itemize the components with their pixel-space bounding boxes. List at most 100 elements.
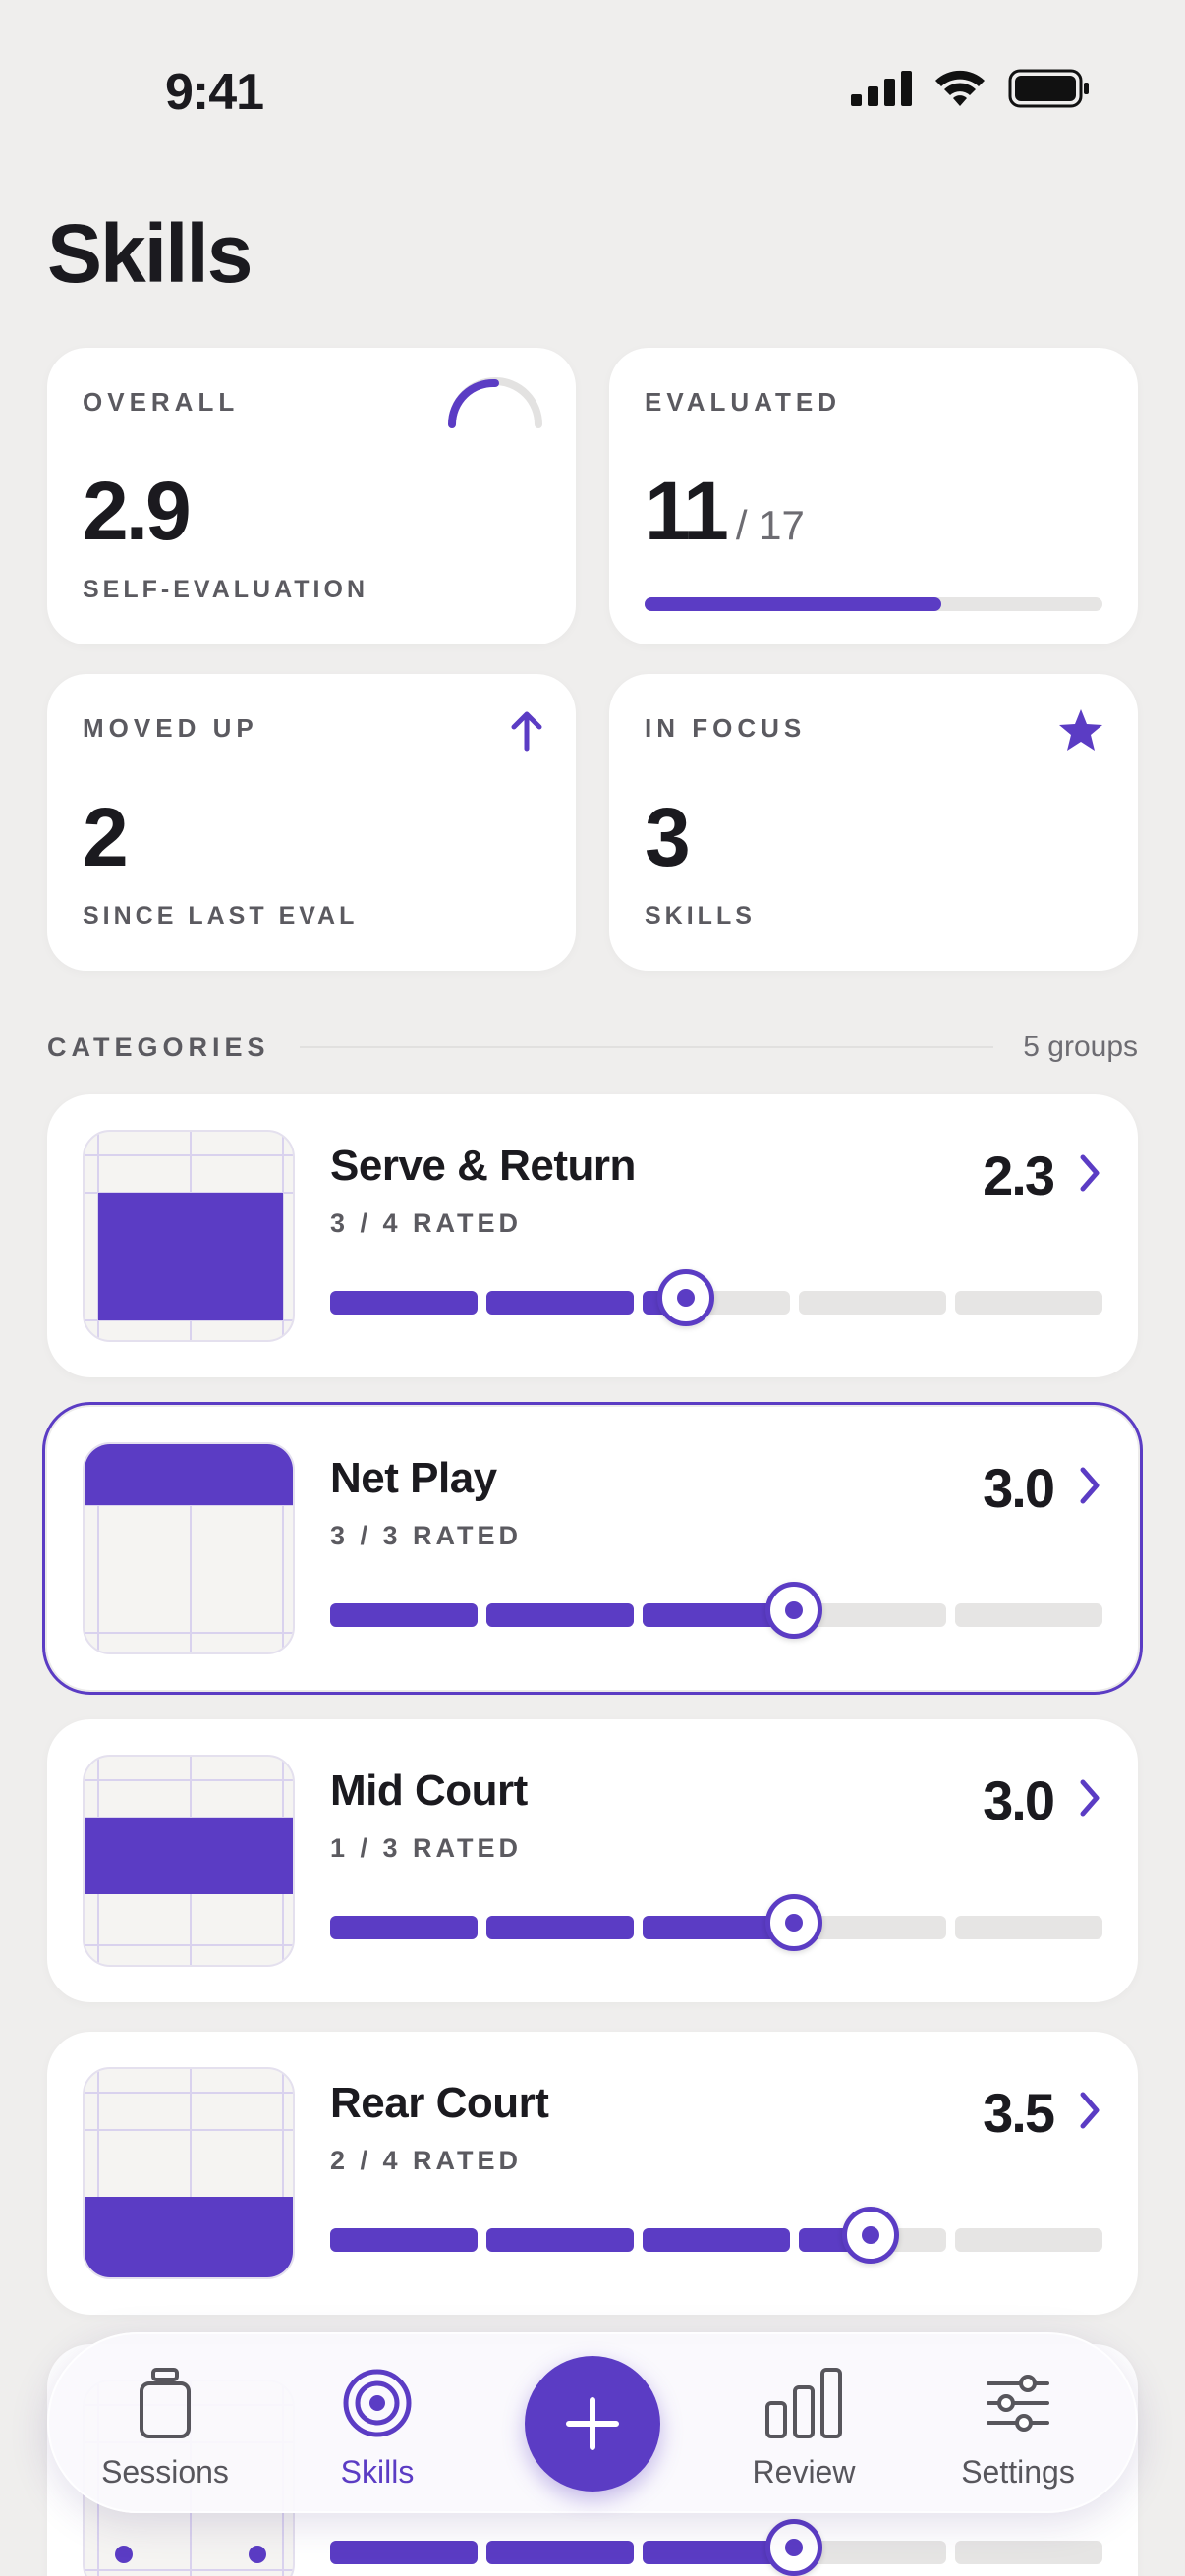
court-zone-thumbnail xyxy=(83,2067,295,2279)
status-icons xyxy=(851,69,1091,108)
level-segment xyxy=(955,2541,1102,2564)
category-card[interactable]: Mid Court 1 / 3 RATED 3.0 xyxy=(47,1719,1138,2002)
overall-label: OVERALL xyxy=(83,387,240,417)
in-focus-sub: SKILLS xyxy=(645,902,756,929)
skill-level-slider[interactable] xyxy=(330,1894,1102,1951)
moved-up-value: 2 xyxy=(83,791,129,883)
category-card[interactable]: Serve & Return 3 / 4 RATED 2.3 xyxy=(47,1094,1138,1377)
level-segment xyxy=(955,1291,1102,1315)
category-card[interactable]: Net Play 3 / 3 RATED 3.0 xyxy=(42,1402,1143,1695)
level-slider-handle[interactable] xyxy=(842,2207,900,2264)
category-rated-count: 3 / 3 RATED xyxy=(330,1521,523,1550)
level-segment xyxy=(330,2541,478,2564)
status-bar: 9:41 xyxy=(0,0,1185,196)
level-segment-fill xyxy=(330,2541,478,2564)
level-slider-handle[interactable] xyxy=(764,1894,822,1951)
category-rated-count: 1 / 3 RATED xyxy=(330,1833,523,1863)
category-name: Mid Court xyxy=(330,1766,528,1815)
tab-sessions[interactable]: Sessions xyxy=(67,2366,263,2493)
battery-icon xyxy=(1008,69,1089,108)
tab-settings-label: Settings xyxy=(961,2454,1075,2490)
chevron-right-icon xyxy=(1080,1779,1100,1817)
cellular-signal-icon xyxy=(851,71,912,106)
category-name: Net Play xyxy=(330,1454,497,1502)
level-segment xyxy=(486,2228,634,2252)
chevron-right-icon xyxy=(1080,1467,1100,1504)
in-focus-card[interactable]: IN FOCUS 3 SKILLS xyxy=(609,674,1138,971)
level-segment xyxy=(330,1291,478,1315)
evaluated-count: 11 xyxy=(645,465,729,557)
level-segment-fill xyxy=(486,2541,634,2564)
level-segment-fill xyxy=(330,2228,478,2252)
overall-value: 2.9 xyxy=(83,465,192,557)
evaluated-total: / 17 xyxy=(735,502,805,548)
category-rated-count: 2 / 4 RATED xyxy=(330,2146,523,2175)
level-segment-fill xyxy=(643,2228,790,2252)
wifi-icon xyxy=(935,70,985,106)
plus-icon xyxy=(566,2397,619,2450)
level-segment-fill xyxy=(330,1603,478,1627)
court-zone-thumbnail xyxy=(83,1442,295,1654)
tab-skills-label: Skills xyxy=(340,2454,415,2490)
category-card[interactable]: Rear Court 2 / 4 RATED 3.5 xyxy=(47,2032,1138,2315)
sessions-icon xyxy=(140,2368,191,2438)
tab-review[interactable]: Review xyxy=(705,2366,902,2493)
skill-level-slider[interactable] xyxy=(330,1582,1102,1639)
overall-sub: SELF-EVALUATION xyxy=(83,576,369,603)
page-title: Skills xyxy=(47,207,253,300)
level-segment-fill xyxy=(486,2228,634,2252)
category-score: 3.5 xyxy=(983,2082,1055,2144)
level-segment xyxy=(955,1603,1102,1627)
level-segment-fill xyxy=(486,1291,634,1315)
bar-chart-icon xyxy=(765,2368,842,2438)
categories-count: 5 groups xyxy=(1023,1031,1138,1063)
level-segment xyxy=(955,2228,1102,2252)
level-slider-handle[interactable] xyxy=(656,1269,714,1326)
category-score: 3.0 xyxy=(983,1457,1055,1519)
in-focus-label: IN FOCUS xyxy=(645,713,807,743)
overall-card[interactable]: OVERALL 2.9 SELF-EVALUATION xyxy=(47,348,576,644)
level-segment-fill xyxy=(486,1916,634,1939)
skills-screen: 9:41 Skills OVERALL 2.9 SELF-EVALUATION … xyxy=(0,0,1185,2576)
court-icon xyxy=(85,1444,293,1652)
chevron-right-icon xyxy=(1080,2092,1100,2129)
tab-review-label: Review xyxy=(752,2454,856,2490)
categories-header: CATEGORIES 5 groups xyxy=(47,1028,1138,1067)
gauge-icon xyxy=(447,377,542,428)
level-segment-fill xyxy=(330,1291,478,1315)
tab-skills[interactable]: Skills xyxy=(279,2366,476,2493)
level-slider-handle[interactable] xyxy=(764,2519,822,2576)
sliders-icon xyxy=(987,2375,1049,2432)
evaluated-label: EVALUATED xyxy=(645,387,842,417)
evaluated-value: 11/ 17 xyxy=(645,464,805,559)
level-segment xyxy=(486,1291,634,1315)
category-rated-count: 3 / 4 RATED xyxy=(330,1208,523,1238)
categories-title: CATEGORIES xyxy=(47,1032,270,1062)
level-segment xyxy=(330,2228,478,2252)
court-icon xyxy=(85,1132,293,1340)
tab-sessions-label: Sessions xyxy=(101,2454,229,2490)
star-icon xyxy=(1059,709,1102,751)
level-segment-fill xyxy=(330,1916,478,1939)
level-segment xyxy=(486,1916,634,1939)
skill-level-slider[interactable] xyxy=(330,2207,1102,2264)
category-score: 3.0 xyxy=(983,1769,1055,1831)
court-zone-thumbnail xyxy=(83,1130,295,1342)
level-slider-handle[interactable] xyxy=(764,1582,822,1639)
category-name: Rear Court xyxy=(330,2079,549,2127)
add-button[interactable] xyxy=(525,2356,660,2492)
category-score: 2.3 xyxy=(983,1145,1055,1206)
category-name: Serve & Return xyxy=(330,1142,636,1190)
skill-level-slider[interactable] xyxy=(330,1269,1102,1326)
court-icon xyxy=(85,2069,293,2277)
evaluated-progress-fill xyxy=(645,597,941,611)
evaluated-card[interactable]: EVALUATED 11/ 17 xyxy=(609,348,1138,644)
court-zone-thumbnail xyxy=(83,1755,295,1967)
level-segment xyxy=(486,2541,634,2564)
chevron-right-icon xyxy=(1080,1154,1100,1192)
skill-level-slider[interactable] xyxy=(330,2519,1102,2576)
categories-divider xyxy=(299,1046,994,1048)
tab-settings[interactable]: Settings xyxy=(920,2366,1116,2493)
target-icon xyxy=(343,2369,412,2437)
moved-up-card[interactable]: MOVED UP 2 SINCE LAST EVAL xyxy=(47,674,576,971)
